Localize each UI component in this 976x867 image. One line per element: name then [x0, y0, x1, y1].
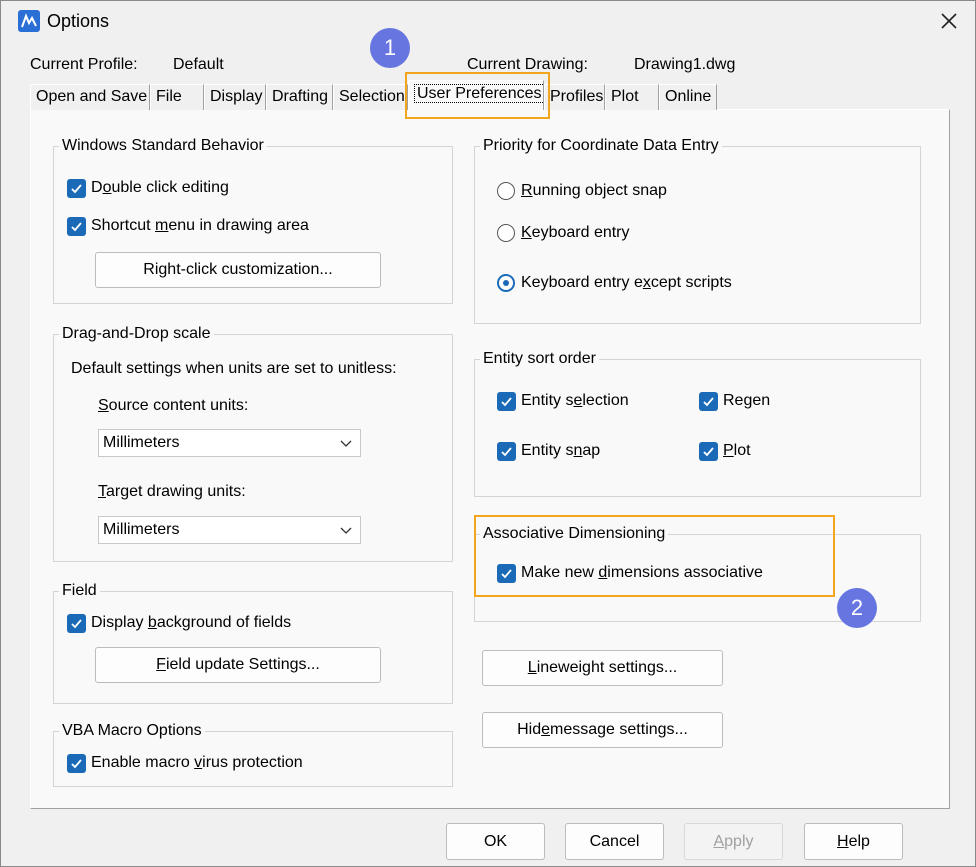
target-units-value: Millimeters — [103, 521, 180, 538]
step-badge-1: 1 — [370, 28, 410, 68]
close-button[interactable] — [930, 4, 968, 38]
source-units-select[interactable]: Millimeters — [98, 429, 361, 457]
tab-label: Display — [210, 88, 263, 105]
entity-sort-group — [474, 359, 921, 497]
enable-macro-protection-checkbox[interactable] — [67, 754, 86, 773]
window-title: Options — [47, 11, 110, 31]
entity-snap-checkbox[interactable] — [497, 442, 516, 461]
current-profile-value: Default — [173, 56, 224, 73]
windows-standard-title: Windows Standard Behavior — [59, 137, 267, 155]
app-icon — [18, 10, 40, 32]
plot-label[interactable]: Plot — [723, 442, 751, 460]
tab-drafting[interactable]: Drafting — [266, 84, 333, 110]
tab-online[interactable]: Online — [659, 84, 717, 110]
cancel-button[interactable]: Cancel — [565, 823, 664, 860]
entity-snap-label[interactable]: Entity snap — [521, 442, 600, 460]
drag-drop-description: Default settings when units are set to u… — [71, 360, 397, 377]
plot-checkbox[interactable] — [699, 442, 718, 461]
enable-macro-protection-label[interactable]: Enable macro virus protection — [91, 754, 303, 772]
running-object-snap-radio[interactable] — [497, 182, 515, 200]
regen-checkbox[interactable] — [699, 392, 718, 411]
current-profile-label: Current Profile: — [30, 56, 138, 73]
field-update-settings-button[interactable]: Field update Settings... — [95, 647, 381, 683]
ok-button[interactable]: OK — [446, 823, 545, 860]
entity-sort-title: Entity sort order — [480, 350, 599, 368]
tab-display[interactable]: Display — [204, 84, 266, 110]
shortcut-menu-label[interactable]: Shortcut menu in drawing area — [91, 217, 309, 235]
target-units-select[interactable]: Millimeters — [98, 516, 361, 544]
tab-label: Open and Save — [36, 88, 148, 105]
shortcut-menu-checkbox[interactable] — [67, 217, 86, 236]
tab-selection[interactable]: Selection — [333, 84, 408, 110]
running-object-snap-label[interactable]: Running object snap — [521, 182, 667, 200]
keyboard-entry-label[interactable]: Keyboard entry — [521, 224, 630, 242]
apply-button[interactable]: Apply — [684, 823, 783, 860]
keyboard-except-scripts-label[interactable]: Keyboard entry except scripts — [521, 274, 732, 292]
checkmark-icon — [71, 184, 82, 194]
priority-title: Priority for Coordinate Data Entry — [480, 137, 722, 155]
entity-selection-checkbox[interactable] — [497, 392, 516, 411]
checkmark-icon — [703, 397, 714, 407]
checkmark-icon — [71, 222, 82, 232]
checkmark-icon — [71, 619, 82, 629]
double-click-editing-label[interactable]: Double click editing — [91, 179, 229, 197]
tab-profiles[interactable]: Profiles — [544, 84, 605, 110]
display-background-checkbox[interactable] — [67, 614, 86, 633]
tab-label: File — [156, 88, 182, 105]
tab-open-and-save[interactable]: Open and Save — [30, 84, 150, 110]
tab-label: Online — [665, 88, 712, 105]
source-units-value: Millimeters — [103, 434, 180, 451]
checkmark-icon — [501, 397, 512, 407]
source-units-label: Source content units: — [98, 397, 249, 414]
keyboard-entry-radio[interactable] — [497, 224, 515, 242]
tab-label: Plot — [611, 88, 639, 105]
right-click-customization-button[interactable]: Right-click customization... — [95, 252, 381, 288]
vba-title: VBA Macro Options — [59, 722, 205, 740]
hide-message-settings-button[interactable]: Hid e message settings... — [482, 712, 723, 748]
help-button[interactable]: Help — [804, 823, 903, 860]
checkmark-icon — [501, 447, 512, 457]
display-background-label[interactable]: Display background of fields — [91, 614, 291, 632]
checkmark-icon — [703, 447, 714, 457]
entity-selection-label[interactable]: Entity selection — [521, 392, 629, 410]
regen-label[interactable]: Regen — [723, 392, 770, 410]
lineweight-settings-button[interactable]: Lineweight settings... — [482, 650, 723, 686]
highlight-user-preferences-tab — [405, 72, 550, 119]
tab-label: Drafting — [272, 88, 329, 105]
checkmark-icon — [71, 759, 82, 769]
drag-drop-title: Drag-and-Drop scale — [59, 325, 214, 343]
double-click-editing-checkbox[interactable] — [67, 179, 86, 198]
target-units-label: Target drawing units: — [98, 483, 246, 500]
tab-label: Selection — [339, 88, 405, 105]
tab-plot[interactable]: Plot — [605, 84, 659, 110]
keyboard-except-scripts-radio[interactable] — [497, 274, 515, 292]
chevron-down-icon — [340, 440, 352, 447]
field-title: Field — [59, 582, 100, 600]
tab-file[interactable]: File — [150, 84, 204, 110]
tab-label: Profiles — [550, 88, 604, 105]
chevron-down-icon — [340, 527, 352, 534]
step-badge-2: 2 — [837, 588, 877, 628]
current-drawing-value: Drawing1.dwg — [634, 56, 736, 73]
highlight-associative-dimensioning — [474, 515, 835, 597]
close-icon — [941, 13, 957, 29]
